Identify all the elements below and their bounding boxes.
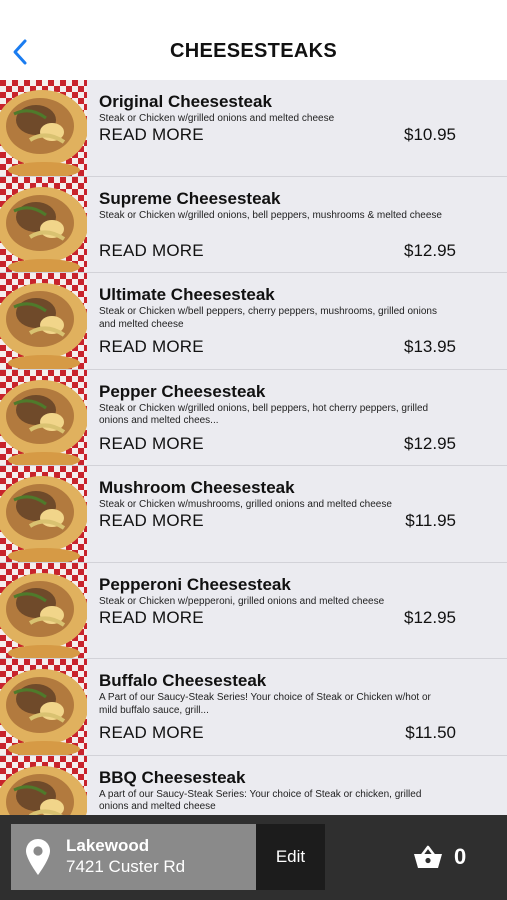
read-more-link[interactable]: READ MORE: [99, 125, 204, 145]
cart-button[interactable]: 0: [408, 837, 488, 877]
item-name: Supreme Cheesesteak: [99, 188, 281, 208]
item-price: $12.95: [404, 240, 456, 260]
menu-item[interactable]: BBQ Cheesesteak A part of our Saucy-Steak…: [0, 755, 507, 815]
edit-location-button[interactable]: Edit: [256, 824, 325, 890]
cheesesteak-photo: [0, 80, 87, 176]
menu-list: Original Cheesesteak Steak or Chicken w/g…: [0, 80, 507, 815]
item-thumbnail: [0, 466, 87, 562]
item-description: Steak or Chicken w/grilled onions, bell …: [99, 209, 442, 221]
menu-item[interactable]: Buffalo Cheesesteak A Part of our Saucy-S…: [0, 659, 507, 756]
basket-icon: [414, 845, 442, 868]
item-name: Original Cheesesteak: [99, 92, 272, 111]
read-more-link[interactable]: READ MORE: [99, 337, 204, 357]
item-name: Mushroom Cheesesteak: [99, 478, 295, 497]
location-name: Lakewood: [66, 836, 150, 855]
cheesesteak-photo: [0, 369, 87, 465]
cheesesteak-photo: [0, 562, 87, 658]
item-thumbnail: [0, 659, 87, 755]
cheesesteak-photo: [0, 755, 87, 815]
item-price: $11.95: [405, 511, 456, 530]
item-thumbnail: [0, 562, 87, 658]
item-name: Buffalo Cheesesteak: [99, 671, 267, 690]
read-more-link[interactable]: READ MORE: [99, 608, 204, 628]
item-name: Pepper Cheesesteak: [99, 381, 266, 401]
footer-bar: Lakewood 7421 Custer Rd Edit 0: [0, 815, 507, 900]
menu-item[interactable]: Pepperoni Cheesesteak Steak or Chicken w/…: [0, 562, 507, 659]
menu-item[interactable]: Ultimate Cheesesteak Steak or Chicken w/b…: [0, 273, 507, 370]
read-more-link[interactable]: READ MORE: [99, 241, 204, 261]
menu-item[interactable]: Pepper Cheesesteak Steak or Chicken w/gri…: [0, 369, 507, 466]
cheesesteak-photo: [0, 466, 87, 562]
item-name: Pepperoni Cheesesteak: [99, 574, 291, 594]
item-description: A part of our Saucy-Steak Series: Your c…: [99, 788, 422, 813]
item-thumbnail: [0, 273, 87, 369]
item-thumbnail: [0, 80, 87, 176]
item-price: $11.50: [405, 723, 456, 742]
nav-bar: CHEESESTEAKS: [0, 0, 507, 80]
item-price: $10.95: [404, 125, 456, 144]
item-description: A Part of our Saucy-Steak Series! Your c…: [99, 692, 431, 716]
item-description: Steak or Chicken w/grilled onions and me…: [99, 113, 335, 124]
location-selector[interactable]: Lakewood 7421 Custer Rd: [11, 824, 256, 890]
cheesesteak-photo: [0, 659, 87, 755]
item-price: $13.95: [404, 337, 456, 356]
map-pin-icon: [26, 839, 50, 875]
item-price: $12.95: [404, 607, 456, 627]
read-more-link[interactable]: READ MORE: [99, 434, 204, 454]
cheesesteak-photo: [0, 176, 87, 272]
page-title: CHEESESTEAKS: [170, 40, 337, 62]
item-name: Ultimate Cheesesteak: [99, 285, 275, 304]
read-more-link[interactable]: READ MORE: [99, 723, 204, 743]
menu-item[interactable]: Mushroom Cheesesteak Steak or Chicken w/m…: [0, 466, 507, 563]
item-description: Steak or Chicken w/pepperoni, grilled on…: [99, 595, 385, 607]
menu-item[interactable]: Original Cheesesteak Steak or Chicken w/g…: [0, 80, 507, 177]
item-thumbnail: [0, 755, 87, 815]
item-thumbnail: [0, 369, 87, 465]
item-name: BBQ Cheesesteak: [99, 767, 246, 787]
cheesesteak-photo: [0, 273, 87, 369]
menu-item[interactable]: Supreme Cheesesteak Steak or Chicken w/gr…: [0, 176, 507, 273]
item-description: Steak or Chicken w/bell peppers, cherry …: [99, 306, 437, 330]
item-description: Steak or Chicken w/mushrooms, grilled on…: [99, 499, 392, 510]
item-price: $12.95: [404, 433, 456, 453]
item-description: Steak or Chicken w/grilled onions, bell …: [99, 402, 429, 427]
read-more-link[interactable]: READ MORE: [99, 511, 204, 531]
item-thumbnail: [0, 176, 87, 272]
cart-count: 0: [454, 844, 467, 869]
location-address: 7421 Custer Rd: [66, 857, 186, 876]
